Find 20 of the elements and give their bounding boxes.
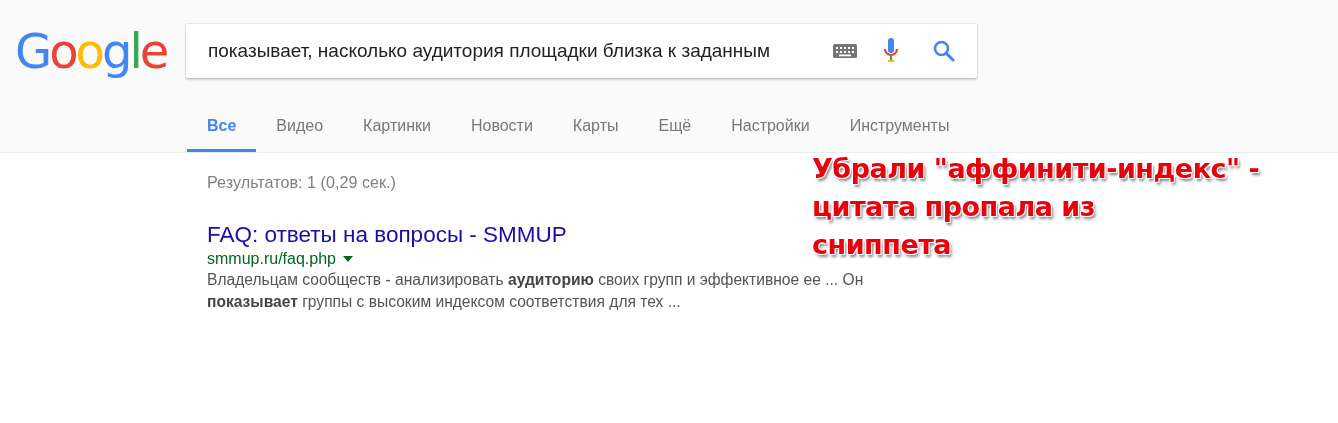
nav-tab[interactable]: Новости	[450, 102, 553, 152]
nav-tab[interactable]: Настройки	[711, 102, 830, 152]
result-url: smmup.ru/faq.php	[207, 249, 336, 269]
keyboard-icon[interactable]	[833, 44, 857, 58]
result-snippet: Владельцам сообществ - анализировать аудиторию своих групп и эффективное ее ... Он показывает группы с высоким индексом соответствия для тех ...	[207, 270, 865, 312]
annotation-text: Убрали "аффинити-индекс" - цитата пропала из сниппета	[812, 152, 1260, 262]
nav-tab[interactable]: Видео	[256, 102, 344, 152]
google-logo[interactable]: Google	[0, 24, 186, 78]
nav-tab[interactable]: Ещё	[638, 102, 712, 152]
search-field[interactable]: показывает, насколько аудитория площадки близка к заданным	[186, 24, 977, 78]
nav-tab[interactable]: Инструменты	[829, 102, 970, 152]
nav-tab[interactable]: Картинки	[343, 102, 451, 152]
search-input[interactable]: показывает, насколько аудитория площадки близка к заданным	[206, 35, 817, 67]
microphone-icon[interactable]	[883, 38, 899, 64]
nav-tab[interactable]: Карты	[552, 102, 639, 152]
nav-tab[interactable]: Все	[187, 102, 257, 152]
result-stats: Результатов: 1 (0,29 сек.)	[207, 172, 396, 193]
search-icon[interactable]	[933, 40, 955, 62]
result-title-link[interactable]: FAQ: ответы на вопросы - SMMUP	[207, 222, 567, 248]
dropdown-caret-icon[interactable]	[342, 256, 353, 262]
